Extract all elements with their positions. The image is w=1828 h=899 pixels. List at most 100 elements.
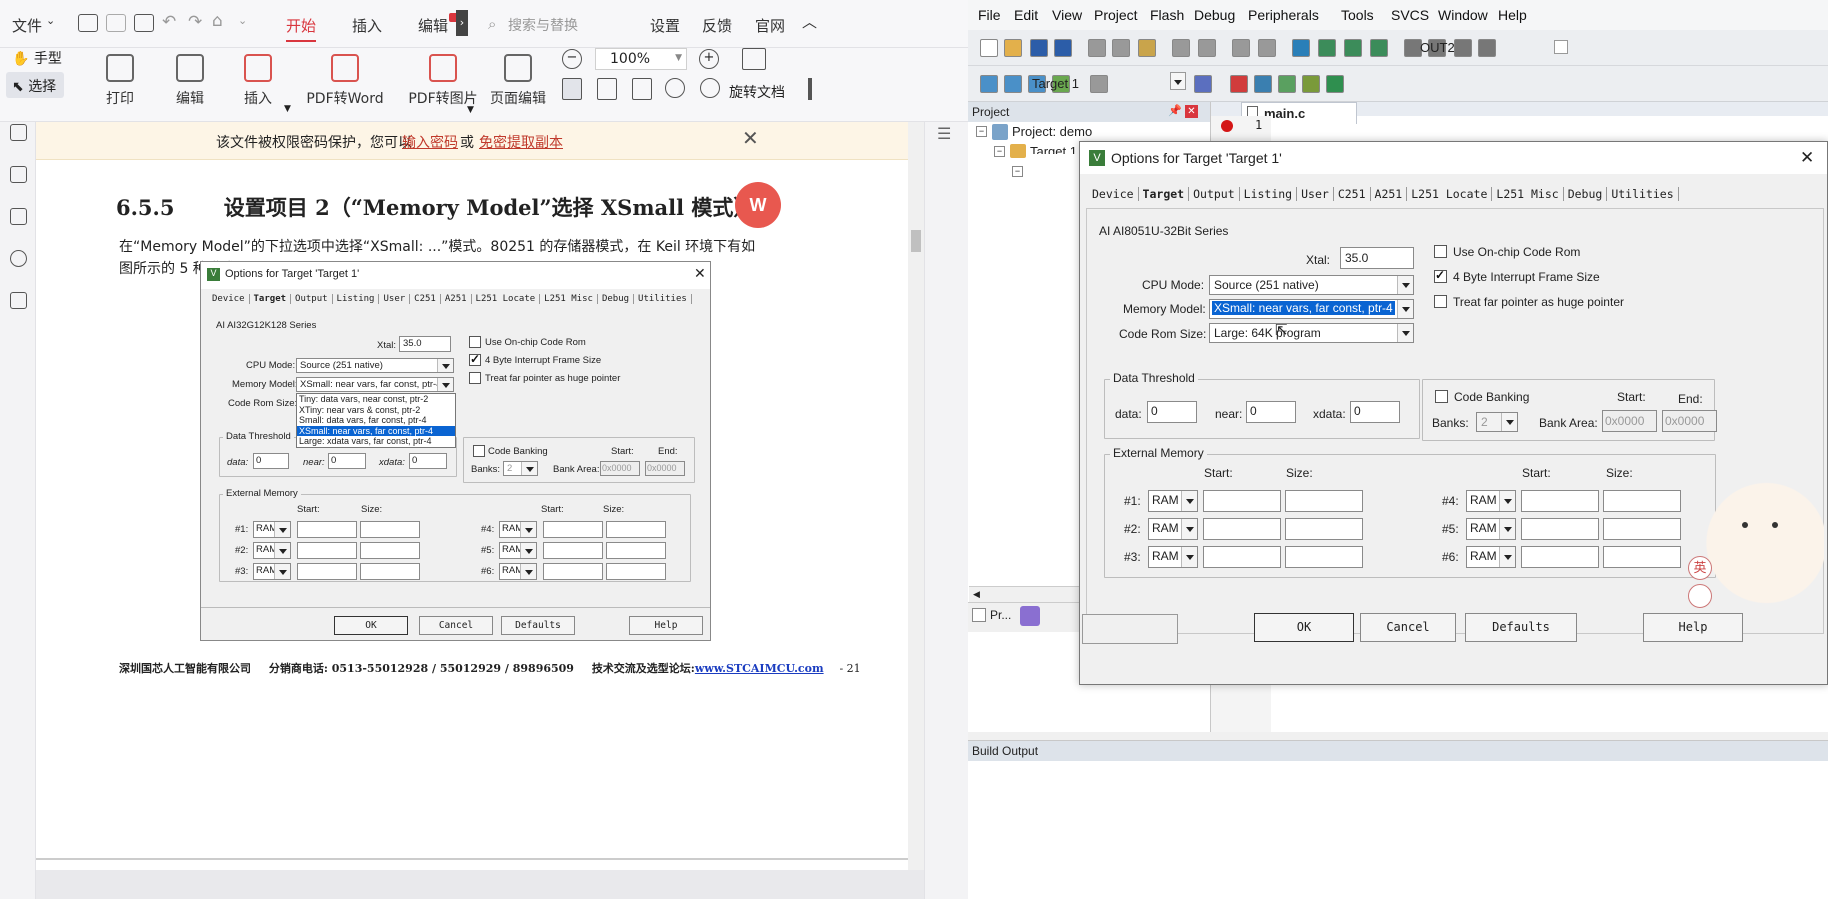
ext-start-field[interactable] (1521, 490, 1599, 512)
attachment-icon[interactable] (10, 292, 27, 309)
menu-edit[interactable]: Edit (1014, 7, 1038, 23)
comment-icon[interactable] (10, 208, 27, 225)
wps-float-icon[interactable]: W (735, 182, 781, 228)
two-page-icon[interactable] (632, 78, 652, 100)
chevron-down-icon[interactable]: ⌄ (238, 14, 247, 27)
enter-password-link[interactable]: 输入密码 (402, 132, 458, 152)
help-button[interactable]: Help (1643, 613, 1743, 642)
menu-tools[interactable]: Tools (1341, 7, 1374, 23)
xdata-field[interactable]: 0 (1350, 401, 1400, 423)
zoom-out-icon[interactable]: − (562, 49, 582, 69)
print-icon[interactable] (134, 14, 154, 32)
tab-insert[interactable]: 插入 (352, 15, 382, 36)
use-onchip-checkbox[interactable] (1434, 245, 1447, 258)
tab-a251[interactable]: A251 (1371, 187, 1408, 201)
extract-copy-link[interactable]: 免密提取副本 (479, 132, 563, 152)
undo-icon[interactable]: ↶ (162, 12, 176, 32)
tree-collapse-icon[interactable]: − (994, 146, 1005, 157)
close-icon[interactable]: ✕ (1185, 105, 1198, 118)
cut-icon[interactable] (1088, 39, 1106, 57)
settings-sliders-icon[interactable]: ☰ (937, 124, 951, 144)
paste-icon[interactable] (1138, 39, 1156, 57)
menu-debug[interactable]: Debug (1194, 7, 1235, 23)
target-node[interactable]: Target 1 (1030, 144, 1077, 154)
fit-page-icon[interactable] (742, 48, 766, 70)
tab-output[interactable]: Output (1189, 187, 1240, 201)
ext-type-select[interactable]: RAM (1466, 546, 1516, 568)
save-icon[interactable] (1030, 39, 1048, 57)
translate-icon[interactable] (980, 75, 998, 93)
menu-help[interactable]: Help (1498, 7, 1527, 23)
bank-start-field[interactable]: 0x0000 (1602, 410, 1657, 432)
cancel-button[interactable]: Cancel (1360, 613, 1456, 642)
ok-button[interactable]: OK (1254, 613, 1354, 642)
ext-size-field[interactable] (1285, 490, 1363, 512)
code-rom-select[interactable]: Large: 64K program (1209, 323, 1414, 343)
zoom-level[interactable]: 100% ▼ (595, 48, 687, 70)
tab-l251-misc[interactable]: L251 Misc (1492, 187, 1564, 201)
target-options-icon[interactable] (1194, 75, 1212, 93)
print-button[interactable]: 打印 (80, 54, 160, 108)
menu-view[interactable]: View (1052, 7, 1082, 23)
tab-c251[interactable]: C251 (1334, 187, 1371, 201)
open-file-icon[interactable] (1004, 39, 1022, 57)
books-tab-icon[interactable] (1020, 606, 1040, 626)
ext-size-field[interactable] (1285, 546, 1363, 568)
single-page-icon[interactable] (562, 78, 582, 100)
search-icon[interactable] (10, 250, 27, 267)
near-field[interactable]: 0 (1246, 401, 1296, 423)
home-icon[interactable]: ⌂ (212, 11, 223, 31)
chevron-down-icon[interactable]: ▼ (467, 105, 474, 115)
collapse-ribbon-icon[interactable]: ︿ (802, 11, 817, 32)
ext-start-field[interactable] (1203, 490, 1281, 512)
defaults-button[interactable]: Defaults (1465, 613, 1577, 642)
language-badge[interactable]: 英 (1688, 556, 1712, 580)
tab-target[interactable]: Target (1139, 187, 1190, 201)
undo-icon[interactable] (1172, 39, 1190, 57)
search-icon[interactable]: ⌕ (488, 15, 496, 33)
continuous-page-icon[interactable] (597, 78, 617, 100)
menu-svcs[interactable]: SVCS (1391, 7, 1429, 23)
ext-type-select[interactable]: RAM (1148, 546, 1198, 568)
bookmark-next-icon[interactable] (1344, 39, 1362, 57)
cpu-mode-select[interactable]: Source (251 native) (1209, 275, 1414, 295)
settings-link[interactable]: 设置 (650, 15, 680, 36)
ext-start-field[interactable] (1203, 518, 1281, 540)
toolbar-scroll-indicator[interactable] (808, 78, 812, 100)
thumbnail-icon[interactable] (10, 166, 27, 183)
data-field[interactable]: 0 (1147, 401, 1197, 423)
ext-size-field[interactable] (1603, 518, 1681, 540)
open-folder-icon[interactable] (78, 14, 98, 32)
breakpoint-icon[interactable] (1221, 120, 1233, 132)
pdf-to-image-button[interactable]: PDF转图片 (398, 54, 488, 108)
zoom-in-icon[interactable]: + (699, 49, 719, 69)
tab-user[interactable]: User (1297, 187, 1334, 201)
pdf-to-word-button[interactable]: PDF转Word (300, 54, 390, 108)
bookmark-icon[interactable] (1292, 39, 1310, 57)
chevron-down-icon[interactable]: ▼ (284, 104, 291, 114)
target-select-arrow[interactable] (1170, 72, 1186, 90)
bookmark-icon[interactable] (10, 124, 27, 141)
ext-size-field[interactable] (1285, 518, 1363, 540)
memory-model-select[interactable]: XSmall: near vars, far const, ptr-4 (1209, 299, 1414, 319)
select-tool[interactable]: ⬉ 选择 (6, 72, 64, 98)
run-time-env-icon[interactable] (1302, 75, 1320, 93)
tab-debug[interactable]: Debug (1564, 187, 1608, 201)
select-packs-icon[interactable] (1326, 75, 1344, 93)
back-icon[interactable] (1232, 39, 1250, 57)
build-icon[interactable] (1004, 75, 1022, 93)
ext-start-field[interactable] (1521, 546, 1599, 568)
toolbar-options-icon[interactable] (1554, 40, 1568, 54)
menu-flash[interactable]: Flash (1150, 7, 1184, 23)
pdf-vertical-scrollbar[interactable] (908, 122, 924, 870)
ext-size-field[interactable] (1603, 490, 1681, 512)
tab-device[interactable]: Device (1088, 187, 1139, 201)
redo-icon[interactable] (1198, 39, 1216, 57)
target-select[interactable]: Target 1 (1032, 76, 1079, 91)
new-file-icon[interactable] (980, 39, 998, 57)
search-input[interactable]: 搜索与替换 (508, 15, 578, 35)
tab-listing[interactable]: Listing (1240, 187, 1298, 201)
close-icon[interactable]: ✕ (1800, 148, 1814, 168)
menu-peripherals[interactable]: Peripherals (1248, 7, 1319, 23)
tree-collapse-icon[interactable]: − (1012, 166, 1023, 177)
